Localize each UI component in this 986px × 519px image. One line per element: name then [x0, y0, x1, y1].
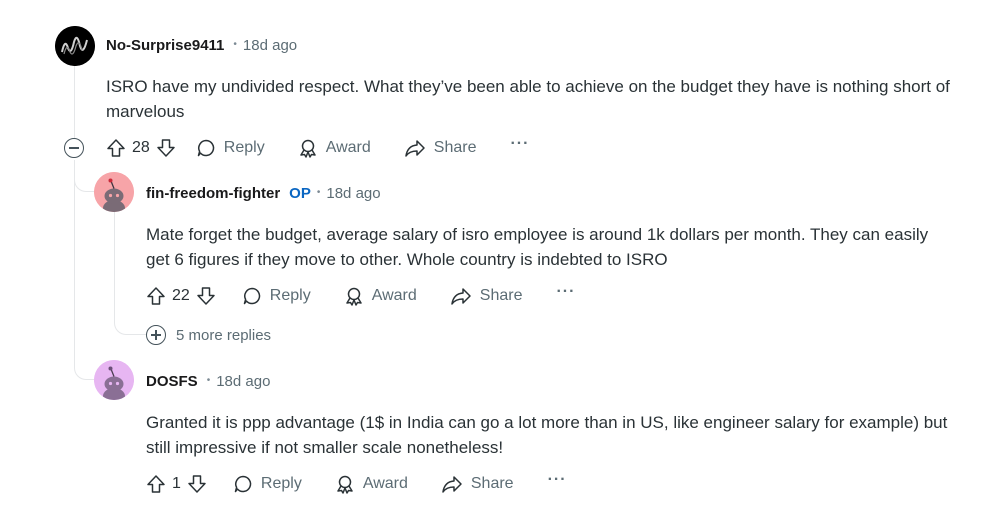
upvote-button[interactable] — [146, 286, 166, 306]
downvote-button[interactable] — [187, 474, 207, 494]
collapse-thread-button[interactable] — [64, 138, 84, 158]
thread-connector-2 — [74, 348, 94, 380]
comment-body: Mate forget the budget, average salary o… — [146, 225, 929, 269]
meta-separator: • — [233, 39, 237, 50]
comment-meta: No-Surprise9411 • 18d ago — [106, 37, 297, 54]
downvote-icon — [197, 287, 215, 305]
share-button[interactable]: Share — [450, 286, 523, 306]
share-icon — [442, 476, 462, 493]
more-replies-label: 5 more replies — [176, 326, 272, 344]
comment-bubble-icon — [234, 475, 252, 493]
comment-actions: 22 Reply Award Share ··· — [146, 281, 575, 311]
more-options-button[interactable]: ··· — [510, 135, 529, 153]
timestamp[interactable]: 18d ago — [216, 373, 270, 390]
thread-line-main-lower — [74, 160, 75, 348]
share-button[interactable]: Share — [441, 474, 514, 494]
op-badge: OP — [289, 185, 311, 202]
reply-label: Reply — [223, 139, 265, 156]
snoo-avatar-icon — [94, 360, 134, 400]
upvote-button[interactable] — [106, 138, 126, 158]
squiggle-avatar-icon — [55, 26, 95, 66]
meta-separator: • — [206, 375, 211, 386]
reply-button[interactable]: Reply — [242, 286, 311, 306]
award-button[interactable]: Award — [298, 138, 371, 158]
award-label: Award — [325, 139, 371, 156]
snoo-avatar-icon — [94, 172, 134, 212]
upvote-icon — [147, 287, 165, 305]
thread-connector-more — [114, 310, 146, 335]
award-button[interactable]: Award — [344, 286, 417, 306]
downvote-button[interactable] — [196, 286, 216, 306]
share-label: Share — [479, 287, 523, 304]
downvote-icon — [188, 475, 206, 493]
timestamp[interactable]: 18d ago — [243, 37, 297, 54]
comment-body: ISRO have my undivided respect. What the… — [106, 77, 950, 121]
vote-count: 28 — [132, 139, 150, 156]
avatar[interactable] — [94, 172, 134, 212]
author-name[interactable]: DOSFS — [146, 373, 198, 390]
downvote-icon — [157, 139, 175, 157]
downvote-button[interactable] — [156, 138, 176, 158]
upvote-button[interactable] — [146, 474, 166, 494]
thread-connector-1 — [74, 160, 94, 192]
reply-label: Reply — [269, 287, 311, 304]
comment-actions: 28 Reply Award Share ··· — [106, 133, 529, 163]
author-name[interactable]: No-Surprise9411 — [106, 37, 224, 54]
thread-line-main — [74, 66, 75, 138]
more-options-button[interactable]: ··· — [556, 283, 575, 301]
award-button[interactable]: Award — [335, 474, 408, 494]
share-label: Share — [433, 139, 477, 156]
timestamp[interactable]: 18d ago — [326, 185, 380, 202]
more-replies-link[interactable]: 5 more replies — [146, 325, 271, 345]
award-icon — [345, 287, 362, 306]
comment-body: Granted it is ppp advantage (1$ in India… — [146, 413, 948, 457]
comment-actions: 1 Reply Award Share ··· — [146, 469, 567, 499]
avatar[interactable] — [55, 26, 95, 66]
reply-button[interactable]: Reply — [196, 138, 265, 158]
reply-label: Reply — [260, 475, 302, 492]
avatar[interactable] — [94, 360, 134, 400]
author-name[interactable]: fin-freedom-fighter — [146, 185, 280, 202]
vote-count: 22 — [172, 287, 190, 304]
award-label: Award — [371, 287, 417, 304]
award-icon — [299, 139, 316, 158]
upvote-icon — [107, 139, 125, 157]
upvote-icon — [147, 475, 165, 493]
comment-bubble-icon — [243, 287, 260, 305]
award-label: Award — [362, 475, 408, 492]
plus-circle-icon — [146, 325, 166, 345]
comment-bubble-icon — [197, 139, 214, 157]
more-options-button[interactable]: ··· — [548, 471, 567, 489]
share-icon — [405, 140, 425, 157]
share-icon — [451, 288, 471, 305]
vote-count: 1 — [172, 475, 181, 492]
comment-meta: DOSFS • 18d ago — [146, 373, 270, 390]
thread-line-reply — [114, 212, 115, 322]
share-label: Share — [470, 475, 514, 492]
share-button[interactable]: Share — [404, 138, 477, 158]
award-icon — [337, 475, 353, 494]
meta-separator: • — [316, 187, 321, 198]
reply-button[interactable]: Reply — [233, 474, 302, 494]
comment-meta: fin-freedom-fighter OP • 18d ago — [146, 185, 381, 202]
